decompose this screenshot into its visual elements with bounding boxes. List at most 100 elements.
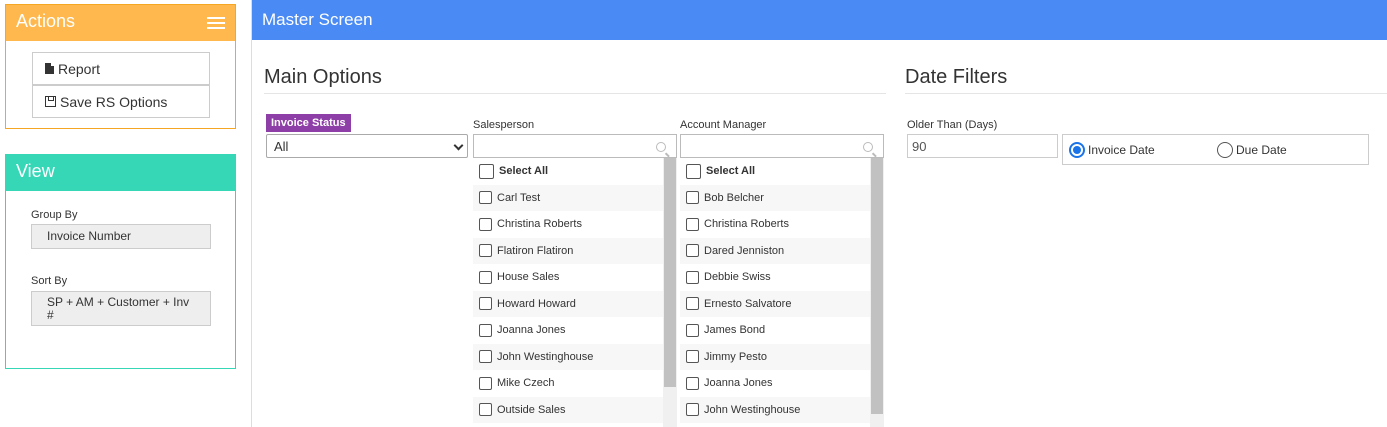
list-item[interactable]: Bob Belcher	[680, 184, 870, 211]
select-all-label: Select All	[706, 165, 756, 178]
radio-invoice-date[interactable]: Invoice Date	[1069, 142, 1155, 158]
list-item[interactable]: Joanna Jones	[473, 317, 663, 344]
item-checkbox[interactable]	[479, 270, 492, 284]
item-label: Flatiron Flatiron	[497, 244, 574, 257]
item-checkbox[interactable]	[686, 191, 699, 205]
view-title: View	[16, 161, 55, 181]
sort-by-value[interactable]: SP + AM + Customer + Inv #	[31, 291, 211, 326]
invoice-status-select[interactable]: All	[266, 134, 468, 158]
sort-by-value-line1: SP + AM + Customer + Inv	[47, 295, 190, 309]
item-checkbox[interactable]	[479, 376, 492, 390]
master-screen-header: Master Screen	[252, 0, 1387, 40]
search-icon	[656, 142, 666, 152]
list-item[interactable]: James Bond	[680, 317, 870, 344]
list-item[interactable]: Flatiron Flatiron	[473, 237, 663, 264]
report-button[interactable]: Report	[32, 52, 210, 85]
chevron-down-icon	[453, 140, 464, 151]
view-panel-header: View	[6, 155, 235, 191]
account-manager-scrollbar[interactable]	[870, 158, 884, 427]
item-checkbox[interactable]	[479, 244, 492, 258]
actions-panel-header: Actions	[6, 5, 235, 41]
group-by-value[interactable]: Invoice Number	[31, 224, 211, 249]
item-label: Christina Roberts	[497, 218, 582, 231]
item-checkbox[interactable]	[686, 270, 699, 284]
item-checkbox[interactable]	[686, 244, 699, 258]
item-label: Ernesto Salvatore	[704, 297, 792, 310]
account-manager-scroll-thumb[interactable]	[871, 158, 883, 414]
date-filters-title: Date Filters	[905, 66, 1008, 88]
list-item[interactable]: Ernesto Salvatore	[680, 290, 870, 317]
item-checkbox[interactable]	[686, 350, 699, 364]
item-checkbox[interactable]	[479, 191, 492, 205]
item-label: Mike Czech	[497, 377, 555, 390]
item-label: Joanna Jones	[704, 377, 773, 390]
save-rs-options-button[interactable]: Save RS Options	[32, 85, 210, 118]
salesperson-list: Select All Carl Test Christina Roberts Flat…	[473, 134, 677, 427]
master-screen-title: Master Screen	[262, 10, 373, 29]
item-label: John Westinghouse	[704, 403, 801, 416]
sort-by-label: Sort By	[31, 275, 68, 287]
select-all-checkbox[interactable]	[686, 163, 701, 179]
item-label: James Bond	[704, 324, 766, 337]
account-manager-list: Select All Bob Belcher Christina Roberts Da…	[680, 134, 884, 427]
list-item[interactable]: Christina Roberts	[680, 211, 870, 238]
account-manager-search-input[interactable]	[680, 134, 884, 158]
account-manager-list-body: Select All Bob Belcher Christina Roberts Da…	[680, 158, 884, 427]
select-all-checkbox[interactable]	[479, 163, 494, 179]
radio-invoice-date-label: Invoice Date	[1088, 143, 1155, 157]
account-manager-label: Account Manager	[680, 119, 767, 131]
item-checkbox[interactable]	[686, 403, 699, 417]
item-checkbox[interactable]	[686, 323, 699, 337]
item-checkbox[interactable]	[479, 217, 492, 231]
save-rs-options-label: Save RS Options	[60, 93, 168, 110]
list-item[interactable]: House Sales	[473, 264, 663, 291]
radio-due-date[interactable]: Due Date	[1217, 142, 1287, 158]
list-item[interactable]: John Westinghouse	[473, 343, 663, 370]
item-checkbox[interactable]	[479, 350, 492, 364]
item-label: Carl Test	[497, 191, 541, 204]
item-checkbox[interactable]	[479, 323, 492, 337]
report-label: Report	[58, 60, 101, 77]
radio-due-date-circle[interactable]	[1217, 142, 1233, 158]
select-all-item[interactable]: Select All	[473, 158, 663, 185]
radio-due-date-label: Due Date	[1236, 143, 1287, 157]
view-panel: View Group By Invoice Number Sort By SP …	[5, 154, 236, 369]
item-label: Howard Howard	[497, 297, 576, 310]
list-item[interactable]: Carl Test	[473, 184, 663, 211]
invoice-status-label: Invoice Status	[266, 114, 351, 132]
search-icon	[863, 142, 873, 152]
sidebar-divider	[251, 0, 252, 427]
item-checkbox[interactable]	[479, 297, 492, 311]
list-item[interactable]: Howard Howard	[473, 290, 663, 317]
hamburger-menu-icon[interactable]	[207, 17, 225, 29]
list-item[interactable]: Dared Jenniston	[680, 237, 870, 264]
item-label: Christina Roberts	[704, 218, 789, 231]
salesperson-search-input[interactable]	[473, 134, 677, 158]
salesperson-scroll-thumb[interactable]	[664, 158, 676, 387]
item-label: Joanna Jones	[497, 324, 566, 337]
item-label: John Westinghouse	[497, 350, 594, 363]
list-item[interactable]: Mike Czech	[473, 370, 663, 397]
date-type-radio-group: Invoice Date Due Date	[1062, 134, 1369, 165]
list-item[interactable]: Debbie Swiss	[680, 264, 870, 291]
item-checkbox[interactable]	[479, 403, 492, 417]
list-item[interactable]: Christina Roberts	[473, 211, 663, 238]
list-item[interactable]: John Westinghouse	[680, 396, 870, 423]
list-item[interactable]: Joanna Jones	[680, 370, 870, 397]
item-checkbox[interactable]	[686, 217, 699, 231]
radio-invoice-date-circle[interactable]	[1069, 142, 1085, 158]
item-label: Jimmy Pesto	[704, 350, 767, 363]
item-label: Debbie Swiss	[704, 271, 771, 284]
list-item[interactable]: Outside Sales	[473, 396, 663, 423]
document-icon	[45, 63, 54, 74]
salesperson-label: Salesperson	[473, 119, 535, 131]
select-all-item[interactable]: Select All	[680, 158, 870, 185]
salesperson-list-body: Select All Carl Test Christina Roberts Flat…	[473, 158, 677, 427]
item-label: Bob Belcher	[704, 191, 764, 204]
salesperson-scrollbar[interactable]	[663, 158, 677, 427]
main-options-rule	[264, 93, 886, 94]
older-than-input[interactable]: 90	[907, 134, 1058, 158]
item-checkbox[interactable]	[686, 297, 699, 311]
item-checkbox[interactable]	[686, 376, 699, 390]
list-item[interactable]: Jimmy Pesto	[680, 343, 870, 370]
